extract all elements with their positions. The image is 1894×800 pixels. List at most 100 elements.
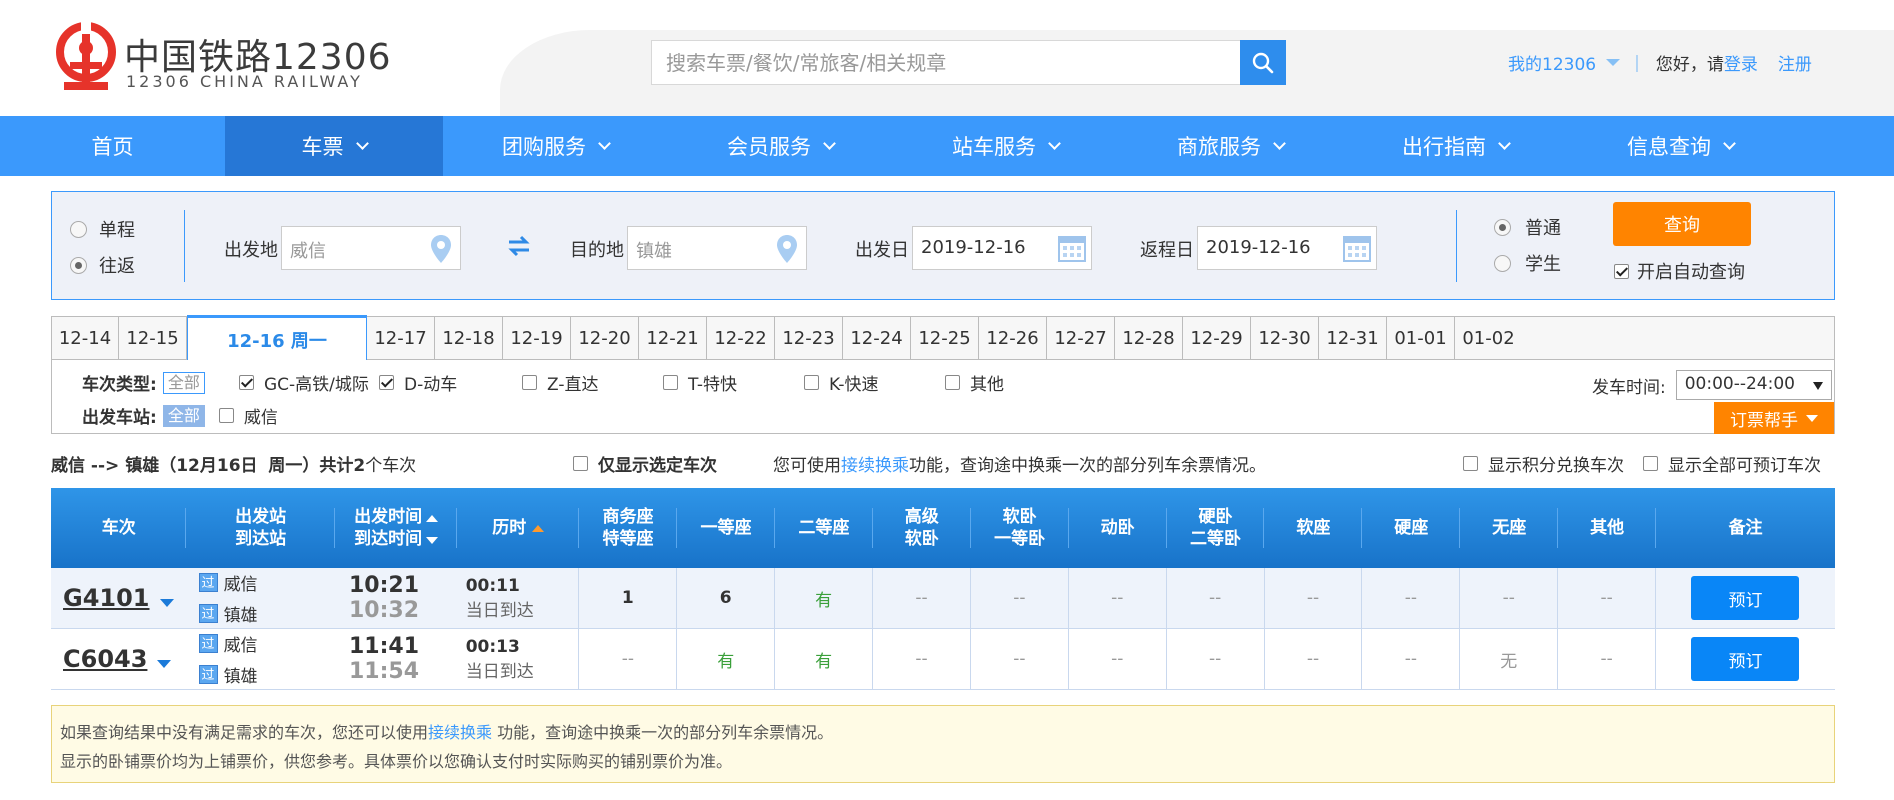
round-trip-option[interactable]: 往返	[70, 252, 135, 278]
to-station-input[interactable]: 镇雄	[627, 226, 807, 270]
train-type-all-button[interactable]: 全部	[162, 371, 205, 394]
one-way-option[interactable]: 单程	[70, 216, 135, 242]
normal-radio[interactable]	[1494, 218, 1511, 236]
train-type-option[interactable]: GC-高铁/城际	[239, 370, 369, 395]
from-station-input[interactable]: 威信	[281, 226, 461, 270]
return-date-input[interactable]: 2019-12-16	[1197, 226, 1377, 270]
auto-query-checkbox[interactable]	[1614, 263, 1629, 279]
col-times[interactable]: 出发时间 到达时间	[335, 488, 458, 568]
duration-cell: 00:13 当日到达	[458, 629, 580, 689]
chevron-down-icon[interactable]	[1606, 59, 1621, 66]
transfer-link[interactable]: 接续换乘	[428, 723, 492, 742]
date-tab[interactable]: 12-31	[1319, 317, 1387, 359]
train-number-label[interactable]: C6043	[63, 645, 147, 673]
nav-item-1[interactable]: 车票	[225, 116, 443, 176]
seat-cell: --	[1069, 629, 1167, 689]
only-selected-option[interactable]: 仅显示选定车次	[573, 451, 717, 476]
date-tab[interactable]: 12-27	[1047, 317, 1115, 359]
date-tab[interactable]: 12-15	[119, 317, 187, 359]
train-type-checkbox[interactable]	[945, 375, 960, 390]
date-tab[interactable]: 01-01	[1387, 317, 1455, 359]
nav-item-label: 车票	[301, 135, 344, 159]
location-pin-icon[interactable]	[776, 234, 798, 264]
student-radio[interactable]	[1494, 254, 1511, 272]
train-type-option[interactable]: K-快速	[804, 370, 879, 395]
nav-item-6[interactable]: 出行指南	[1343, 116, 1568, 176]
date-tab[interactable]: 12-25	[911, 317, 979, 359]
sort-down-icon[interactable]	[426, 537, 439, 544]
bookable-checkbox[interactable]	[1643, 456, 1658, 471]
bookable-option[interactable]: 显示全部可预订车次	[1643, 451, 1821, 476]
date-tab[interactable]: 12-26	[979, 317, 1047, 359]
sort-up-icon[interactable]	[532, 524, 545, 532]
my12306-link[interactable]: 我的12306	[1508, 50, 1596, 75]
date-tab[interactable]: 01-02	[1455, 317, 1522, 359]
nav-item-0[interactable]: 首页	[0, 116, 225, 176]
register-link[interactable]: 注册	[1778, 50, 1812, 75]
sort-up-icon[interactable]	[426, 515, 439, 522]
calendar-icon[interactable]	[1057, 233, 1087, 263]
train-type-option[interactable]: D-动车	[379, 370, 457, 395]
train-type-option[interactable]: 其他	[945, 370, 1004, 395]
train-type-checkbox[interactable]	[804, 375, 819, 390]
date-tab[interactable]: 12-28	[1115, 317, 1183, 359]
train-type-checkbox[interactable]	[379, 375, 394, 390]
train-type-option[interactable]: T-特快	[663, 370, 737, 395]
station-checkbox[interactable]	[218, 408, 234, 423]
transfer-tip-pre: 您可使用	[773, 456, 841, 476]
booking-helper-button[interactable]: 订票帮手	[1714, 402, 1834, 434]
only-selected-checkbox[interactable]	[573, 456, 588, 471]
depart-date-input[interactable]: 2019-12-16	[912, 226, 1092, 270]
date-tab[interactable]: 12-24	[843, 317, 911, 359]
train-type-label: T-特快	[688, 375, 737, 395]
train-type-label: D-动车	[404, 375, 458, 395]
calendar-icon[interactable]	[1342, 233, 1372, 263]
query-button[interactable]: 查询	[1613, 202, 1751, 246]
ticket-type-normal[interactable]: 普通	[1494, 214, 1561, 240]
date-tab[interactable]: 12-17	[367, 317, 435, 359]
chevron-down-icon[interactable]	[157, 660, 172, 668]
date-tab[interactable]: 12-29	[1183, 317, 1251, 359]
date-tab[interactable]: 12-30	[1251, 317, 1319, 359]
swap-stations-icon[interactable]	[506, 235, 532, 257]
date-tab[interactable]: 12-16 周一	[187, 315, 367, 361]
points-option[interactable]: 显示积分兑换车次	[1463, 451, 1624, 476]
train-type-checkbox[interactable]	[522, 375, 537, 390]
ticket-type-student[interactable]: 学生	[1494, 250, 1561, 276]
date-tab[interactable]: 12-23	[775, 317, 843, 359]
nav-item-2[interactable]: 团购服务	[443, 116, 668, 176]
date-tab[interactable]: 12-18	[435, 317, 503, 359]
date-tab[interactable]: 12-20	[571, 317, 639, 359]
date-tab[interactable]: 12-21	[639, 317, 707, 359]
chevron-down-icon[interactable]	[159, 599, 174, 607]
points-checkbox[interactable]	[1463, 456, 1478, 471]
station-all-button[interactable]: 全部	[162, 404, 205, 427]
railway-logo-icon[interactable]	[50, 22, 122, 94]
book-button[interactable]: 预订	[1691, 637, 1800, 681]
col-duration[interactable]: 历时	[457, 488, 579, 568]
auto-query-option[interactable]: 开启自动查询	[1614, 258, 1745, 284]
train-number[interactable]: C6043	[51, 629, 187, 689]
date-tab[interactable]: 12-14	[52, 317, 119, 359]
train-type-checkbox[interactable]	[663, 375, 678, 390]
train-type-checkbox[interactable]	[239, 375, 254, 390]
search-input[interactable]	[652, 41, 1242, 84]
date-tab[interactable]: 12-22	[707, 317, 775, 359]
round-trip-radio[interactable]	[70, 256, 87, 274]
location-pin-icon[interactable]	[430, 234, 452, 264]
search-button[interactable]	[1240, 40, 1286, 85]
one-way-radio[interactable]	[70, 220, 87, 238]
train-number-label[interactable]: G4101	[63, 584, 150, 612]
date-tab[interactable]: 12-19	[503, 317, 571, 359]
login-link[interactable]: 登录	[1724, 50, 1758, 75]
nav-item-5[interactable]: 商旅服务	[1118, 116, 1343, 176]
train-type-option[interactable]: Z-直达	[522, 370, 598, 395]
summary-total-pre: ）共计	[302, 456, 354, 476]
depart-time-select[interactable]: 00:00--24:00	[1675, 370, 1832, 400]
nav-item-3[interactable]: 会员服务	[668, 116, 893, 176]
train-number[interactable]: G4101	[51, 568, 187, 628]
book-button[interactable]: 预订	[1691, 576, 1800, 620]
transfer-link[interactable]: 接续换乘	[841, 456, 909, 476]
nav-item-4[interactable]: 站车服务	[893, 116, 1118, 176]
nav-item-7[interactable]: 信息查询	[1568, 116, 1793, 176]
